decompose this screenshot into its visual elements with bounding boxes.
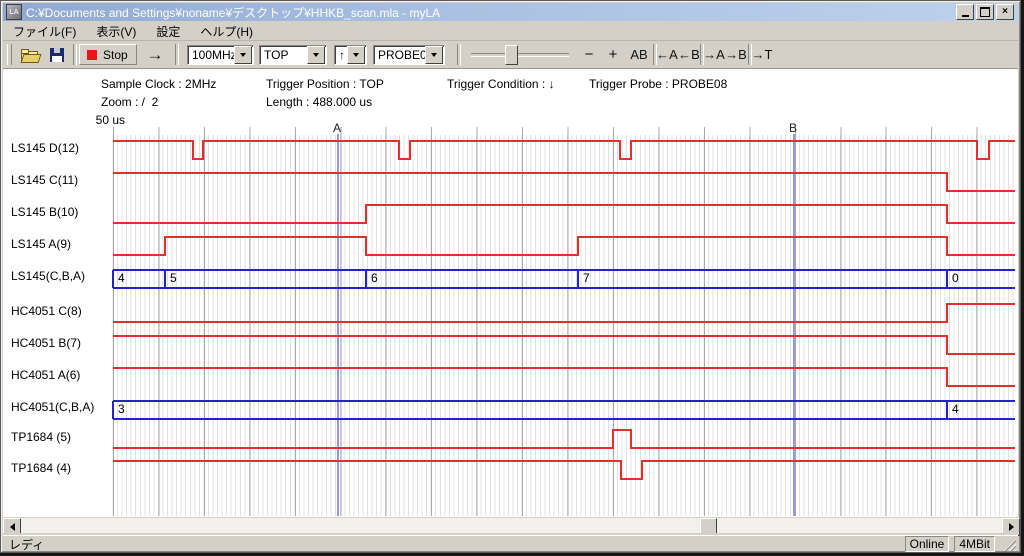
wave-10 <box>113 461 1015 479</box>
window-title: C:¥Documents and Settings¥noname¥デスクトップ¥… <box>26 4 956 21</box>
status-bar: レディ Online 4MBit <box>3 535 1018 552</box>
minimize-button[interactable] <box>956 4 974 20</box>
toolbar-separator <box>73 44 77 65</box>
menu-item-view[interactable]: 表示(V) <box>96 23 136 40</box>
run-arrow-icon: → <box>147 45 164 65</box>
scroll-left-button[interactable] <box>3 518 21 536</box>
wave-6 <box>113 336 1015 354</box>
jump-a-left-button[interactable]: ←A <box>656 44 678 65</box>
stop-label: Stop <box>103 48 128 62</box>
bus-value-4: 0 <box>952 271 959 285</box>
status-ready-text: レディ <box>3 536 905 553</box>
waveform-canvas: A B 4 5 6 7 0 3 4 <box>3 69 1018 517</box>
run-button[interactable]: → <box>141 44 169 65</box>
zoom-slider-thumb[interactable] <box>505 45 518 65</box>
dropdown-arrow-icon[interactable] <box>307 46 325 64</box>
minimize-icon <box>962 15 969 17</box>
stop-button[interactable]: Stop <box>79 44 137 65</box>
sample-clock-value: 100MHz <box>188 48 234 62</box>
left-arrow-icon <box>10 523 15 531</box>
dropdown-arrow-icon[interactable] <box>425 46 443 64</box>
menu-bar: ファイル(F) 表示(V) 設定 ヘルプ(H) <box>3 22 1018 41</box>
bus-value-4: 4 <box>118 271 125 285</box>
wave-7 <box>113 368 1015 386</box>
open-folder-icon <box>21 49 39 61</box>
h-scrollbar[interactable] <box>3 518 1018 534</box>
toolbar-separator <box>175 44 179 65</box>
waveform-plot[interactable]: A B 4 5 6 7 0 3 4 <box>3 69 1018 517</box>
floppy-save-icon <box>50 48 64 62</box>
sample-clock-combo[interactable]: 100MHz <box>187 45 254 65</box>
marker-label-B: B <box>789 121 797 135</box>
open-button[interactable] <box>17 44 43 65</box>
zoom-out-button[interactable]: − <box>579 44 599 65</box>
trigger-edge-value: ↑ <box>335 48 347 62</box>
title-bar: LA C:¥Documents and Settings¥noname¥デスクト… <box>3 3 1018 21</box>
scroll-thumb[interactable] <box>700 518 717 536</box>
menu-item-settings[interactable]: 設定 <box>156 23 180 40</box>
myla-app-icon: LA <box>6 4 22 20</box>
zoom-in-button[interactable]: + <box>603 44 623 65</box>
scroll-right-button[interactable] <box>1002 518 1020 536</box>
bus-value-4: 5 <box>170 271 177 285</box>
maximize-icon <box>980 7 990 17</box>
main-area: Sample Clock : 2MHz Trigger Position : T… <box>3 69 1018 517</box>
stop-icon <box>87 50 97 60</box>
dropdown-arrow-icon[interactable] <box>234 46 252 64</box>
maximize-button[interactable] <box>976 4 994 20</box>
bus-value-8: 3 <box>118 402 125 416</box>
toolbar-separator <box>457 44 461 65</box>
trigger-position-value: TOP <box>260 48 307 62</box>
wave-0 <box>113 141 1015 159</box>
wave-9 <box>113 430 1015 448</box>
jump-b-right-button[interactable]: →B <box>725 44 747 65</box>
bus-value-4: 6 <box>371 271 378 285</box>
trigger-position-combo[interactable]: TOP <box>259 45 327 65</box>
wave-3 <box>113 237 1015 255</box>
jump-trigger-button[interactable]: →T <box>751 44 773 65</box>
close-button[interactable]: × <box>996 4 1014 20</box>
status-online-badge: Online <box>905 536 950 552</box>
resize-grip[interactable] <box>1004 539 1016 551</box>
save-button[interactable] <box>45 44 69 65</box>
zoom-slider-track[interactable] <box>471 53 569 57</box>
probe-value: PROBE00 <box>374 48 425 62</box>
wave-2 <box>113 205 1015 223</box>
marker-label-A: A <box>333 121 341 135</box>
bus-value-4: 7 <box>583 271 590 285</box>
ab-marker-button[interactable]: AB <box>627 44 651 65</box>
toolbar: Stop → 100MHz TOP ↑ PROBE00 − + AB ←A ←B <box>3 41 1018 69</box>
menu-item-help[interactable]: ヘルプ(H) <box>200 23 253 40</box>
jump-a-right-button[interactable]: →A <box>703 44 725 65</box>
right-arrow-icon <box>1009 523 1014 531</box>
jump-b-left-button[interactable]: ←B <box>678 44 700 65</box>
status-memory-badge: 4MBit <box>954 536 995 552</box>
menu-item-file[interactable]: ファイル(F) <box>13 23 76 40</box>
trigger-edge-combo[interactable]: ↑ <box>334 45 367 65</box>
toolbar-grip[interactable] <box>7 44 12 65</box>
bus-value-8: 4 <box>952 402 959 416</box>
wave-5 <box>113 304 1015 322</box>
dropdown-arrow-icon[interactable] <box>347 46 365 64</box>
app-window: LA C:¥Documents and Settings¥noname¥デスクト… <box>0 0 1021 553</box>
wave-1 <box>113 173 1015 191</box>
probe-combo[interactable]: PROBE00 <box>373 45 445 65</box>
